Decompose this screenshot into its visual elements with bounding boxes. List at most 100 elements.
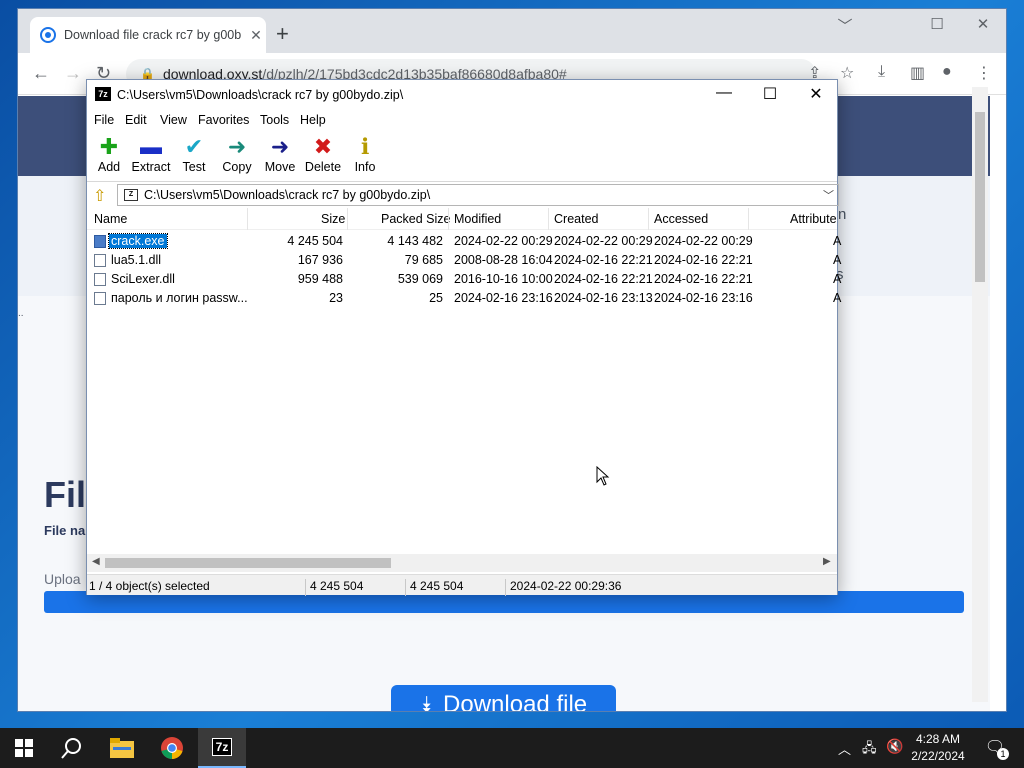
- chevron-down-icon[interactable]: ﹀: [823, 187, 834, 203]
- chevron-up-icon[interactable]: ︿: [838, 739, 851, 768]
- chrome-tab-strip: Download file crack rc7 by g00b ✕ + ﹀ ☐ …: [18, 9, 1006, 53]
- scroll-right-icon[interactable]: ▶: [823, 556, 831, 567]
- table-row[interactable]: пароль и логин passw... 23 25 2024-02-16…: [87, 289, 841, 308]
- horizontal-scrollbar[interactable]: ◀ ▶: [87, 554, 837, 572]
- column-created[interactable]: Created: [554, 212, 598, 226]
- file-modified: 2024-02-16 23:16: [454, 291, 553, 305]
- new-tab-button[interactable]: +: [276, 23, 289, 45]
- menu-help[interactable]: Help: [300, 113, 326, 127]
- delete-button[interactable]: ✖ Delete: [301, 134, 345, 174]
- menu-favorites[interactable]: Favorites: [198, 113, 249, 127]
- profile-avatar-icon[interactable]: ●: [942, 63, 952, 81]
- bookmark-star-icon[interactable]: ☆: [840, 63, 854, 83]
- notification-center-icon[interactable]: 🗨 1: [980, 728, 1010, 768]
- downloads-icon[interactable]: ⤓: [878, 63, 885, 81]
- column-modified[interactable]: Modified: [454, 212, 501, 226]
- notification-count-badge: 1: [997, 748, 1009, 760]
- copy-button[interactable]: ➜ Copy: [215, 134, 259, 174]
- arrow-right-teal-icon: ➜: [227, 134, 247, 159]
- table-row[interactable]: SciLexer.dll 959 488 539 069 2016-10-16 …: [87, 270, 841, 289]
- close-window-icon[interactable]: ✕: [968, 15, 998, 33]
- menu-edit[interactable]: Edit: [125, 113, 147, 127]
- upload-label: Uploa: [44, 571, 81, 587]
- maximize-icon[interactable]: ☐: [747, 84, 793, 104]
- minimize-icon[interactable]: —: [701, 84, 747, 102]
- network-icon[interactable]: 🖧: [862, 739, 877, 768]
- column-name[interactable]: Name: [94, 212, 127, 226]
- file-attribute: A: [833, 234, 842, 248]
- horizontal-scroll-thumb[interactable]: [105, 558, 391, 568]
- file-accessed: 2024-02-16 22:21: [654, 272, 753, 286]
- extract-button[interactable]: ▬ Extract: [129, 134, 173, 174]
- menu-tools[interactable]: Tools: [260, 113, 289, 127]
- search-icon[interactable]: [48, 728, 96, 768]
- volume-muted-icon[interactable]: 🔇: [886, 738, 903, 768]
- file-name: SciLexer.dll: [111, 272, 175, 286]
- test-label: Test: [182, 160, 206, 174]
- file-created: 2024-02-22 00:29: [554, 234, 653, 248]
- column-packed-size[interactable]: Packed Size: [381, 212, 450, 226]
- windows-start-icon[interactable]: [0, 728, 48, 768]
- page-title: Fil: [44, 474, 86, 515]
- page-scroll-thumb[interactable]: [975, 112, 985, 282]
- column-separator[interactable]: [748, 208, 749, 230]
- column-separator[interactable]: [548, 208, 549, 230]
- file-explorer-icon[interactable]: [98, 728, 146, 768]
- column-separator[interactable]: [648, 208, 649, 230]
- column-separator[interactable]: [448, 208, 449, 230]
- address-combobox[interactable]: Z C:\Users\vm5\Downloads\crack rc7 by g0…: [117, 184, 839, 206]
- folder-up-icon[interactable]: ⇧: [93, 186, 106, 206]
- magnifier-icon: [61, 738, 81, 759]
- side-panel-icon[interactable]: ▥: [910, 63, 925, 83]
- taskbar: 7z ︿ 🖧 🔇 4:28 AM 2/22/2024 🗨 1: [0, 728, 1024, 768]
- status-separator: [405, 579, 406, 596]
- column-accessed[interactable]: Accessed: [654, 212, 708, 226]
- menu-file[interactable]: File: [94, 113, 114, 127]
- maximize-icon[interactable]: ☐: [922, 15, 952, 33]
- back-icon[interactable]: ←: [32, 63, 50, 84]
- move-label: Move: [264, 160, 296, 174]
- move-button[interactable]: ➜ Move: [258, 134, 302, 174]
- file-size: 4 245 504: [287, 234, 343, 248]
- menu-view[interactable]: View: [160, 113, 187, 127]
- browser-tab[interactable]: Download file crack rc7 by g00b ✕: [30, 17, 266, 53]
- scroll-left-icon[interactable]: ◀: [92, 556, 100, 567]
- clock-date: 2/22/2024: [911, 749, 965, 763]
- column-separator[interactable]: [347, 208, 348, 230]
- dll-file-icon: [94, 273, 106, 286]
- clock-time: 4:28 AM: [915, 732, 961, 746]
- info-label: Info: [354, 160, 376, 174]
- 7zip-icon[interactable]: 7z: [198, 728, 246, 768]
- clock[interactable]: 4:28 AM 2/22/2024: [908, 728, 968, 768]
- download-file-button[interactable]: ⯯ Download file: [391, 685, 616, 711]
- table-row[interactable]: crack.exe 4 245 504 4 143 482 2024-02-22…: [87, 232, 841, 251]
- menu-kebab-icon[interactable]: ⋮: [976, 63, 992, 83]
- table-row[interactable]: lua5.1.dll 167 936 79 685 2008-08-28 16:…: [87, 251, 841, 270]
- status-separator: [305, 579, 306, 596]
- status-packed: 4 245 504: [410, 579, 464, 593]
- tab-close-icon[interactable]: ✕: [246, 27, 266, 44]
- info-button[interactable]: ℹ Info: [343, 134, 387, 174]
- forward-icon[interactable]: →: [64, 63, 82, 84]
- add-button[interactable]: ✚ Add: [87, 134, 131, 174]
- file-attribute: A: [833, 253, 842, 267]
- column-attribute[interactable]: Attribute: [790, 212, 837, 226]
- sevenzip-window: 7z C:\Users\vm5\Downloads\crack rc7 by g…: [86, 79, 841, 596]
- sevenzip-toolbar: ✚ Add ▬ Extract ✔ Test ➜ Copy ➜ Move ✖ D…: [87, 130, 837, 182]
- file-packed-size: 4 143 482: [387, 234, 443, 248]
- address-path: C:\Users\vm5\Downloads\crack rc7 by g00b…: [144, 188, 431, 202]
- tab-search-icon[interactable]: ﹀: [830, 15, 860, 36]
- column-separator[interactable]: [247, 208, 248, 230]
- column-size[interactable]: Size: [321, 212, 345, 226]
- file-accessed: 2024-02-16 23:16: [654, 291, 753, 305]
- sevenzip-titlebar[interactable]: 7z C:\Users\vm5\Downloads\crack rc7 by g…: [87, 80, 837, 110]
- close-icon[interactable]: ✕: [793, 84, 839, 104]
- test-button[interactable]: ✔ Test: [172, 134, 216, 174]
- chrome-icon[interactable]: [148, 728, 196, 768]
- site-favicon-icon: [40, 27, 56, 43]
- file-packed-size: 79 685: [404, 253, 443, 267]
- mouse-cursor-icon: [596, 466, 610, 486]
- list-header: Name Size Packed Size Modified Created A…: [87, 208, 837, 230]
- folder-icon: [110, 738, 134, 758]
- copy-label: Copy: [222, 160, 252, 174]
